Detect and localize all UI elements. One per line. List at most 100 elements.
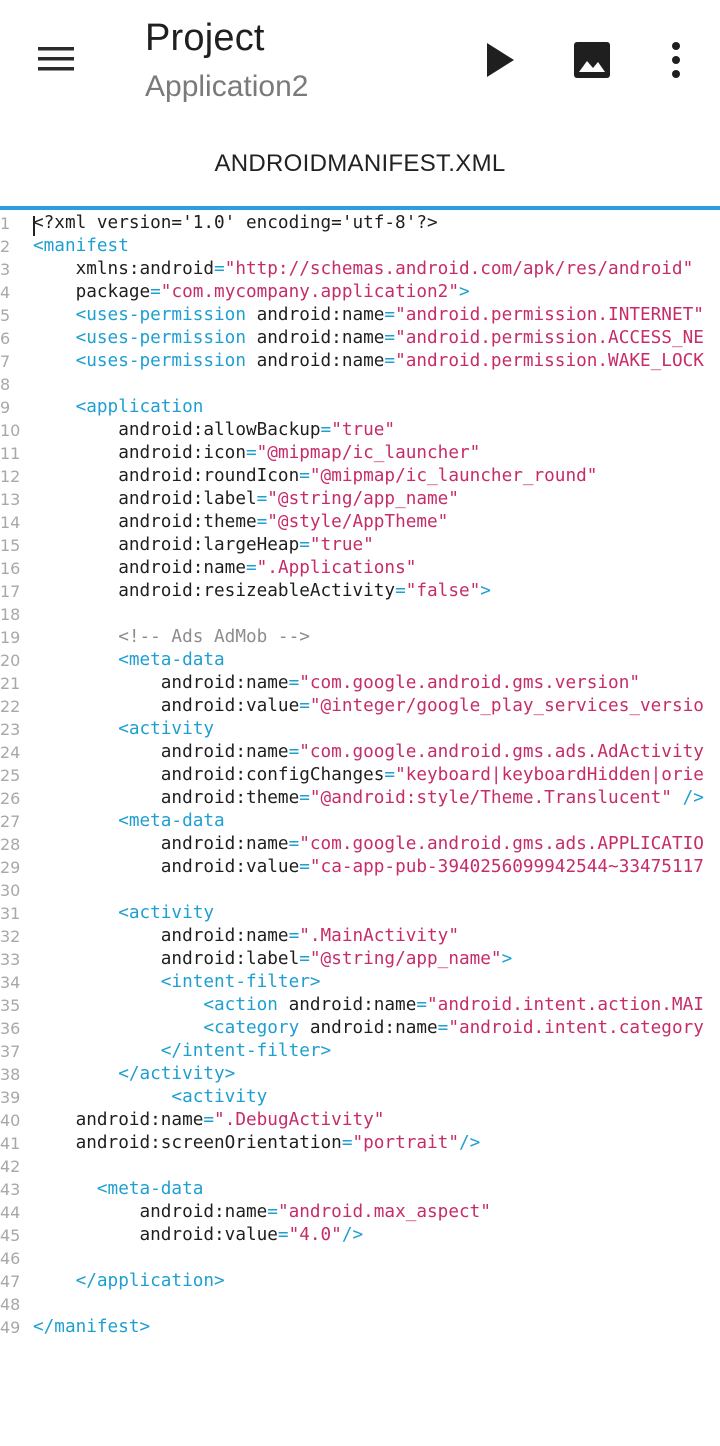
code-token: "true" bbox=[331, 420, 396, 440]
menu-icon[interactable] bbox=[36, 42, 76, 76]
code-text: <activity bbox=[33, 718, 214, 741]
line-number: 41 bbox=[0, 1134, 21, 1153]
code-text: <meta-data bbox=[33, 1178, 204, 1201]
line-number: 47 bbox=[0, 1272, 21, 1291]
code-editor[interactable]: 1 <?xml version='1.0' encoding='utf-8'?> 2… bbox=[0, 210, 720, 1446]
line-number: 45 bbox=[0, 1226, 21, 1245]
code-token: /> bbox=[671, 788, 704, 808]
code-token: "@style/AppTheme" bbox=[267, 512, 449, 532]
code-token: = bbox=[256, 489, 268, 509]
code-token: <category bbox=[33, 1018, 300, 1038]
code-text: <?xml version='1.0' encoding='utf-8'?> bbox=[33, 212, 438, 235]
code-token: <?xml version='1.0' encoding='utf-8'?> bbox=[33, 213, 438, 233]
code-text: android:name="com.google.android.gms.ads… bbox=[33, 833, 704, 856]
code-token: <!-- Ads AdMob --> bbox=[33, 627, 310, 647]
line-number: 23 bbox=[0, 720, 21, 739]
line-number: 33 bbox=[0, 950, 21, 969]
code-token: > bbox=[480, 581, 491, 601]
code-text: android:theme="@style/AppTheme" bbox=[33, 511, 448, 534]
code-token: = bbox=[299, 466, 310, 486]
code-token: /> bbox=[341, 1225, 364, 1245]
code-token: = bbox=[203, 1110, 215, 1130]
code-text: android:label="@string/app_name" bbox=[33, 488, 459, 511]
app-bar: Project Application2 bbox=[0, 0, 720, 130]
code-token: android:roundIcon bbox=[33, 466, 300, 486]
code-text: android:name=".MainActivity" bbox=[33, 925, 459, 948]
line-number: 21 bbox=[0, 674, 21, 693]
line-number: 8 bbox=[0, 375, 11, 394]
code-text: <uses-permission android:name="android.p… bbox=[33, 327, 704, 350]
line-number: 36 bbox=[0, 1019, 21, 1038]
tab-androidmanifest[interactable]: ANDROIDMANIFEST.XML bbox=[0, 130, 720, 206]
code-token: = bbox=[288, 834, 300, 854]
code-token: = bbox=[384, 305, 396, 325]
line-number: 12 bbox=[0, 467, 21, 486]
code-token: "false" bbox=[405, 581, 481, 601]
code-token: = bbox=[416, 995, 428, 1015]
code-token: "com.google.android.gms.ads.APPLICATIO bbox=[299, 834, 704, 854]
line-number: 3 bbox=[0, 260, 11, 279]
code-token: xmlns:android bbox=[33, 259, 215, 279]
line-number: 39 bbox=[0, 1088, 21, 1107]
line-number: 49 bbox=[0, 1318, 21, 1337]
line-number: 40 bbox=[0, 1111, 21, 1130]
code-token: "true" bbox=[309, 535, 374, 555]
code-token: </intent-filter> bbox=[33, 1041, 332, 1061]
code-token: <activity bbox=[33, 719, 215, 739]
code-token: "portrait" bbox=[352, 1133, 459, 1153]
code-text: <meta-data bbox=[33, 810, 225, 833]
line-number: 29 bbox=[0, 858, 21, 877]
code-text: <uses-permission android:name="android.p… bbox=[33, 350, 704, 373]
code-text: <intent-filter> bbox=[33, 971, 321, 994]
code-token: android:name bbox=[33, 834, 289, 854]
project-title: Project bbox=[145, 17, 265, 59]
code-text: android:name=".Applications" bbox=[33, 557, 416, 580]
code-token: ".Applications" bbox=[256, 558, 417, 578]
play-icon[interactable] bbox=[482, 40, 518, 80]
line-number: 38 bbox=[0, 1065, 21, 1084]
line-number: 24 bbox=[0, 743, 21, 762]
line-number: 18 bbox=[0, 605, 21, 624]
code-token: ".DebugActivity" bbox=[214, 1110, 385, 1130]
code-token: <uses-permission bbox=[33, 328, 246, 348]
code-token: = bbox=[288, 673, 300, 693]
code-token: <action bbox=[33, 995, 278, 1015]
code-token: <uses-permission bbox=[33, 351, 246, 371]
line-number: 37 bbox=[0, 1042, 21, 1061]
code-token: android:theme bbox=[33, 788, 300, 808]
code-token: = bbox=[299, 857, 310, 877]
line-number: 10 bbox=[0, 421, 21, 440]
code-text: <action android:name="android.intent.act… bbox=[33, 994, 704, 1017]
code-token: "@string/app_name" bbox=[267, 489, 459, 509]
line-number: 15 bbox=[0, 536, 21, 555]
code-text: <!-- Ads AdMob --> bbox=[33, 626, 310, 649]
code-token: android:name bbox=[33, 926, 289, 946]
line-number: 28 bbox=[0, 835, 21, 854]
code-text: </intent-filter> bbox=[33, 1040, 331, 1063]
code-token: android:screenOrientation bbox=[33, 1133, 342, 1153]
line-number: 32 bbox=[0, 927, 21, 946]
code-token: <activity bbox=[33, 1087, 268, 1107]
code-token: "com.google.android.gms.ads.AdActivity bbox=[299, 742, 704, 762]
code-token: <activity bbox=[33, 903, 215, 923]
code-token: android:icon bbox=[33, 443, 246, 463]
image-icon[interactable] bbox=[572, 40, 612, 80]
code-token: = bbox=[384, 328, 396, 348]
code-token: <application bbox=[33, 397, 204, 417]
code-token: > bbox=[458, 282, 470, 302]
code-token: = bbox=[150, 282, 161, 302]
code-token: android:name bbox=[245, 328, 385, 348]
code-token: = bbox=[384, 765, 396, 785]
code-token: = bbox=[437, 1018, 449, 1038]
code-token: = bbox=[245, 443, 257, 463]
code-token: "http://schemas.android.com/apk/res/andr… bbox=[224, 259, 694, 279]
line-number: 13 bbox=[0, 490, 21, 509]
line-number: 27 bbox=[0, 812, 21, 831]
project-subtitle: Application2 bbox=[145, 70, 309, 103]
code-text: <application bbox=[33, 396, 204, 419]
code-token: <intent-filter> bbox=[33, 972, 321, 992]
line-number: 1 bbox=[0, 214, 11, 233]
more-vert-icon[interactable] bbox=[664, 40, 688, 80]
code-token: "com.google.android.gms.version" bbox=[299, 673, 640, 693]
code-token: android:name bbox=[33, 673, 289, 693]
